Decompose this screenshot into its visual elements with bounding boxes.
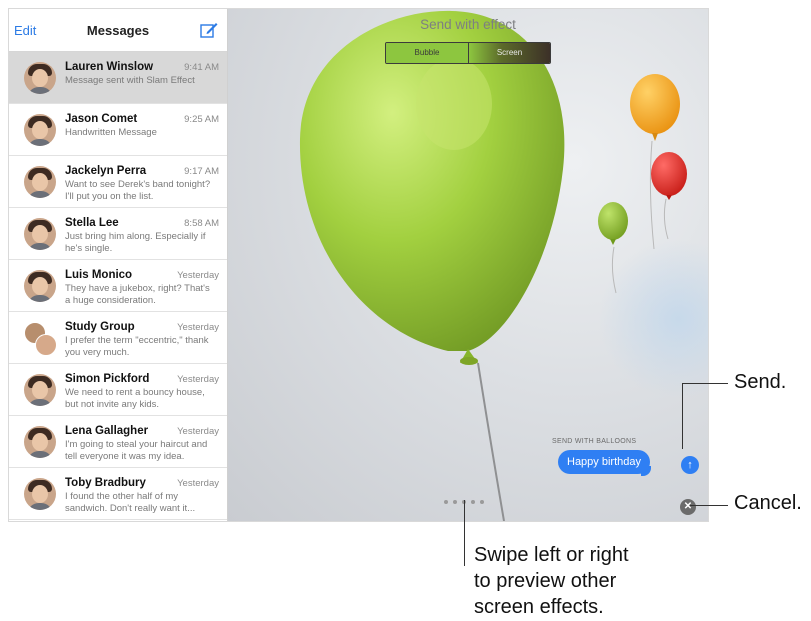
effect-preview: Send with effect Bubble Screen SEND WITH… (228, 9, 708, 521)
message-time: Yesterday (177, 322, 219, 333)
swipe-callout-line-3: screen effects. (474, 596, 604, 618)
message-preview: I prefer the term "eccentric," thank you… (65, 335, 209, 358)
sidebar-header: Edit Messages (9, 9, 227, 52)
avatar (24, 426, 56, 458)
sidebar-title: Messages (86, 23, 150, 38)
message-time: 9:17 AM (184, 166, 219, 177)
conversation-item[interactable]: Study Group Yesterday I prefer the term "e… (9, 312, 227, 364)
message-time: Yesterday (177, 374, 219, 385)
group-avatar (24, 322, 57, 356)
message-time: Yesterday (177, 270, 219, 281)
ipad-screen: Edit Messages Lauren Winslow 9:41 AM Messa… (8, 8, 709, 522)
page-indicator[interactable] (444, 491, 504, 504)
contact-name: Lena Gallagher (65, 425, 149, 437)
tab-screen[interactable]: Screen (469, 43, 550, 63)
message-preview: Message sent with Slam Effect (65, 75, 195, 86)
swipe-callout-line (464, 500, 465, 566)
message-preview: I found the other half of my sandwich. D… (65, 491, 196, 514)
cancel-callout: Cancel. (734, 492, 802, 514)
conversation-item[interactable]: Stella Lee 8:58 AM Just bring him along. E… (9, 208, 227, 260)
red-balloon (651, 152, 687, 196)
effect-type-segmented-control: Bubble Screen (385, 42, 551, 64)
effect-title: Send with effect (420, 17, 516, 32)
effect-caption: SEND WITH BALLOONS (552, 438, 637, 445)
avatar (24, 270, 56, 302)
page-dot (453, 500, 457, 504)
send-button[interactable]: ↑ (681, 456, 699, 474)
message-time: 8:58 AM (184, 218, 219, 229)
avatar (24, 166, 56, 198)
page-dot (444, 500, 448, 504)
contact-name: Jackelyn Perra (65, 165, 147, 177)
message-preview: They have a jukebox, right? That's a hug… (65, 283, 210, 306)
conversation-item[interactable]: Toby Bradbury Yesterday I found the other … (9, 468, 227, 520)
conversation-item[interactable]: Jackelyn Perra 9:17 AM Want to see Derek's… (9, 156, 227, 208)
page-dot (480, 500, 484, 504)
message-bubble: Happy birthday (558, 450, 650, 474)
cancel-button[interactable]: ✕ (680, 499, 696, 515)
message-preview: I'm going to steal your haircut and tell… (65, 439, 208, 462)
conversation-item[interactable]: Lena Gallagher Yesterday I'm going to stea… (9, 416, 227, 468)
contact-name: Lauren Winslow (65, 61, 154, 73)
avatar (24, 218, 56, 250)
compose-icon[interactable] (199, 20, 219, 40)
contact-name: Toby Bradbury (65, 477, 146, 489)
conversation-list: Lauren Winslow 9:41 AM Message sent with S… (9, 52, 227, 520)
swipe-callout-line-2: to preview other (474, 570, 617, 592)
contact-name: Study Group (65, 321, 135, 333)
cancel-callout-line (690, 505, 728, 506)
swipe-callout-line-1: Swipe left or right (474, 544, 629, 566)
send-callout-line (682, 383, 683, 449)
message-time: 9:25 AM (184, 114, 219, 125)
message-preview: We need to rent a bouncy house, but not … (65, 387, 205, 410)
send-callout-line (682, 383, 728, 384)
tab-bubble[interactable]: Bubble (386, 43, 469, 63)
conversation-item[interactable]: Jason Comet 9:25 AM Handwritten Message (9, 104, 227, 156)
page-dot (471, 500, 475, 504)
message-preview: Just bring him along. Especially if he's… (65, 231, 206, 254)
conversation-item[interactable]: Lauren Winslow 9:41 AM Message sent with S… (9, 52, 227, 104)
send-callout: Send. (734, 371, 787, 393)
message-time: 9:41 AM (184, 62, 219, 73)
avatar (24, 374, 56, 406)
messages-sidebar: Edit Messages Lauren Winslow 9:41 AM Messa… (9, 9, 228, 521)
swipe-callout: Swipe left or right to preview other scr… (474, 542, 629, 620)
message-time: Yesterday (177, 426, 219, 437)
orange-balloon (630, 74, 680, 134)
message-preview: Want to see Derek's band tonight? I'll p… (65, 179, 211, 202)
small-green-balloon (598, 202, 628, 240)
avatar (24, 478, 56, 510)
conversation-item[interactable]: Simon Pickford Yesterday We need to rent a… (9, 364, 227, 416)
avatar (24, 114, 56, 146)
conversation-item[interactable]: Luis Monico Yesterday They have a jukebox,… (9, 260, 227, 312)
message-preview: Handwritten Message (65, 127, 157, 138)
contact-name: Luis Monico (65, 269, 133, 281)
contact-name: Stella Lee (65, 217, 119, 229)
message-time: Yesterday (177, 478, 219, 489)
contact-name: Jason Comet (65, 113, 138, 125)
contact-name: Simon Pickford (65, 373, 150, 385)
avatar (24, 62, 56, 94)
